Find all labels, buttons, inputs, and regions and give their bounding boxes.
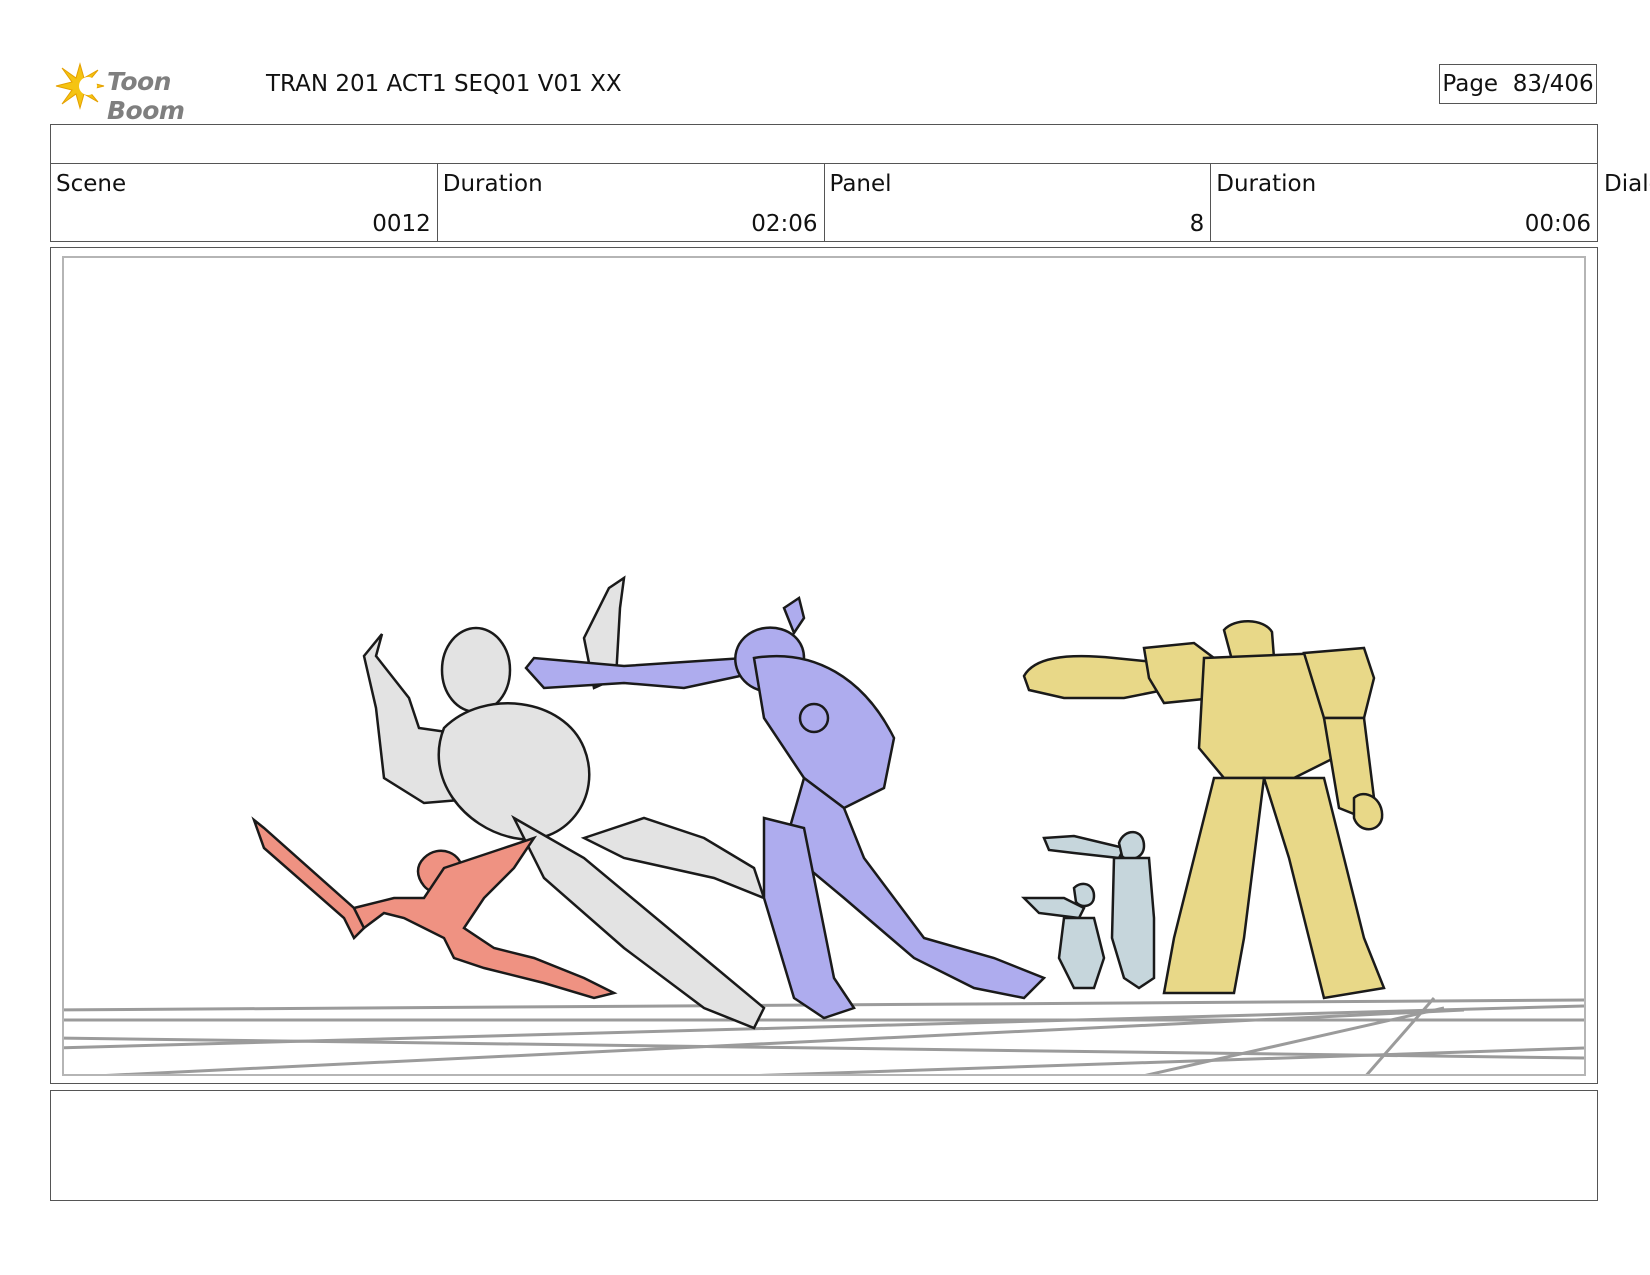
page-counter: Page 83/406 — [1439, 64, 1597, 104]
panel-value: 8 — [1189, 211, 1205, 237]
panel-duration-label: Duration — [1216, 171, 1317, 197]
panel-cell: Panel 8 — [825, 163, 1212, 241]
scene-duration-value: 02:06 — [751, 211, 818, 237]
panel-drawing-area — [62, 256, 1586, 1076]
storyboard-panel — [50, 247, 1598, 1084]
storyboard-sketch — [64, 575, 1584, 1074]
panel-duration-cell: Duration 00:06 — [1211, 163, 1597, 241]
starburst-logo-icon — [55, 62, 105, 110]
blue-soldier-figures — [1020, 830, 1156, 990]
scene-info-row: Scene 0012 Duration 02:06 Panel 8 Durati… — [50, 163, 1598, 242]
toon-boom-logo: Toon Boom — [54, 60, 254, 125]
scene-cell: Scene 0012 — [51, 163, 438, 241]
action-notes-box[interactable] — [50, 1090, 1598, 1201]
logo-wordmark: Toon Boom — [107, 67, 185, 125]
scene-duration-label: Duration — [442, 171, 543, 197]
scene-label: Scene — [56, 171, 127, 197]
title-strip — [50, 124, 1598, 164]
grey-falling-figure — [362, 575, 767, 1030]
panel-label: Panel — [829, 171, 892, 197]
scene-duration-cell: Duration 02:06 — [438, 163, 825, 241]
panel-duration-value: 00:06 — [1524, 211, 1591, 237]
dialog-label: Dialo — [1604, 171, 1650, 197]
scene-value: 0012 — [372, 211, 431, 237]
document-title: TRAN 201 ACT1 SEQ01 V01 XX — [266, 71, 622, 97]
